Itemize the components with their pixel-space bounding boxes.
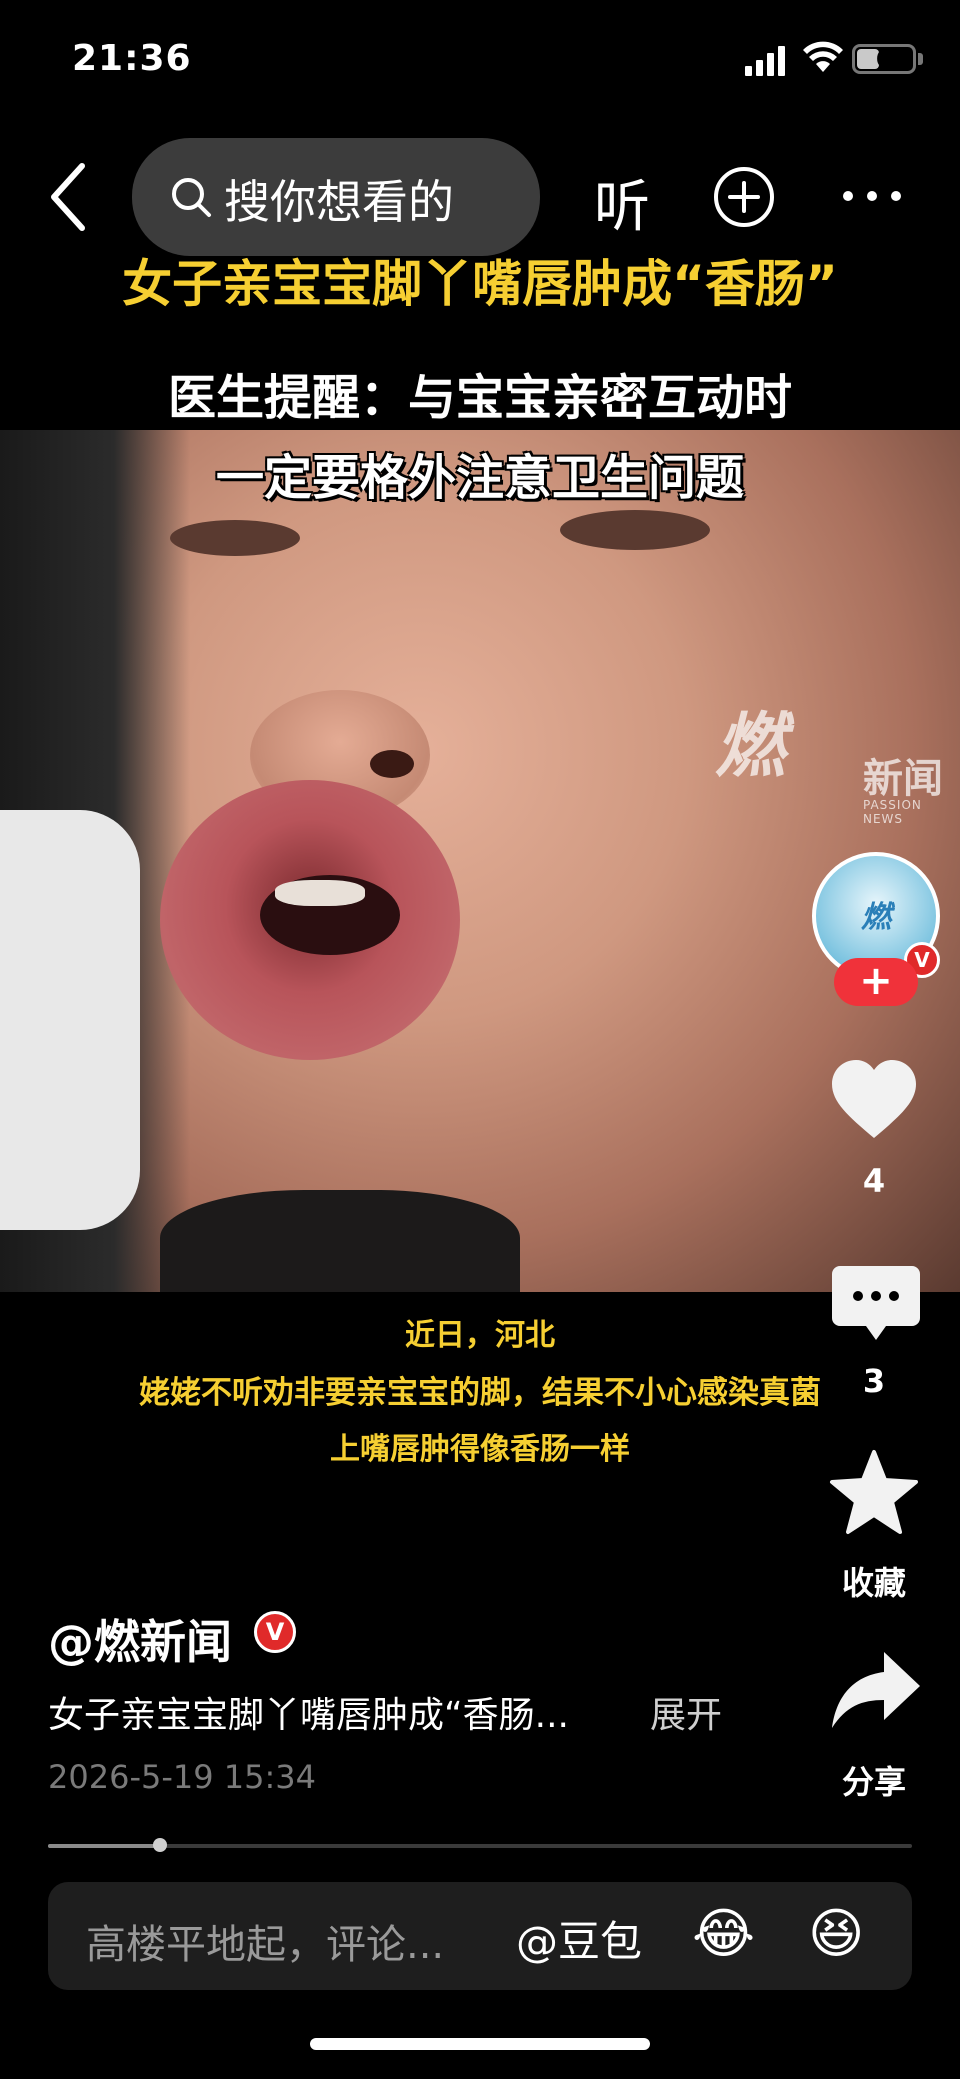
- progress-track[interactable]: [48, 1844, 912, 1848]
- video-player[interactable]: 女子亲宝宝脚丫嘴唇肿成“香肠” 医生提醒：与宝宝亲密互动时 一定要格外注意卫生问…: [0, 250, 960, 1310]
- video-caption: 上嘴唇肿得像香肠一样: [330, 1432, 630, 1467]
- back-icon[interactable]: [48, 162, 88, 232]
- search-icon: [172, 178, 211, 217]
- search-input[interactable]: 搜你想看的: [132, 138, 540, 256]
- video-caption: 近日，河北: [405, 1318, 555, 1353]
- search-placeholder: 搜你想看的: [224, 175, 454, 229]
- listen-button[interactable]: 听: [594, 162, 650, 243]
- favorite-label: 收藏: [841, 1564, 906, 1602]
- video-headline: 女子亲宝宝脚丫嘴唇肿成“香肠”: [122, 255, 838, 313]
- video-caption: 姥姥不听劝非要亲宝宝的脚，结果不小心感染真菌: [139, 1375, 821, 1411]
- video-subheadline: 一定要格外注意卫生问题: [215, 450, 744, 506]
- heart-icon[interactable]: [828, 1058, 920, 1142]
- signal-icon: [745, 46, 785, 76]
- like-count: 4: [862, 1162, 886, 1200]
- watermark-logo: 燃: [715, 705, 785, 787]
- more-icon[interactable]: [840, 187, 904, 205]
- comment-placeholder: 高楼平地起，评论...: [86, 1922, 445, 1968]
- battery-icon: 6: [852, 44, 916, 74]
- add-circle-icon[interactable]: [712, 165, 776, 229]
- progress-handle[interactable]: [153, 1838, 168, 1852]
- post-description[interactable]: 女子亲宝宝脚丫嘴唇肿成“香肠...: [48, 1686, 569, 1738]
- share-icon[interactable]: [828, 1648, 922, 1732]
- watermark-text: 新闻: [863, 756, 943, 802]
- battery-level: 6: [875, 45, 893, 73]
- comment-count: 3: [862, 1362, 886, 1400]
- star-icon[interactable]: [828, 1448, 920, 1536]
- emoji-grin-icon[interactable]: 😆: [808, 1902, 864, 1965]
- follow-button[interactable]: +: [834, 958, 918, 1006]
- channel-watermark: 燃 新闻 PASSION NEWS: [715, 690, 955, 830]
- video-subheadline: 医生提醒：与宝宝亲密互动时: [167, 370, 792, 426]
- status-time: 21:36: [72, 38, 192, 79]
- home-indicator: [310, 2038, 650, 2050]
- verified-badge: V: [254, 1611, 296, 1653]
- wifi-icon: [803, 41, 843, 72]
- comment-icon[interactable]: [830, 1262, 922, 1346]
- avatar-logo: 燃: [861, 900, 891, 935]
- share-label: 分享: [841, 1763, 906, 1801]
- emoji-laugh-icon[interactable]: 😂: [692, 1902, 755, 1965]
- comment-input[interactable]: 高楼平地起，评论... @豆包 😂 😆: [48, 1882, 912, 1990]
- mention-button[interactable]: @豆包: [516, 1908, 642, 1969]
- watermark-subtext: PASSION NEWS: [863, 798, 922, 826]
- expand-link[interactable]: 展开: [650, 1686, 722, 1738]
- post-timestamp: 2026-5-19 15:34: [48, 1758, 316, 1796]
- author-name[interactable]: @燃新闻: [48, 1606, 232, 1672]
- progress-fill: [48, 1844, 161, 1848]
